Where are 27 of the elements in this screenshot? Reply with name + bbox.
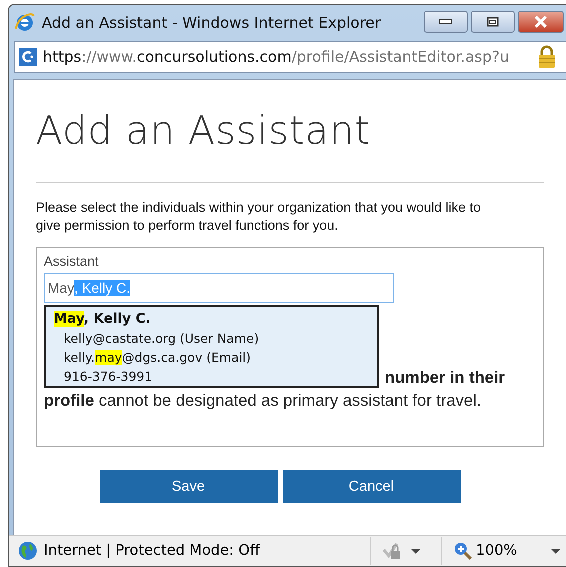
close-button[interactable]: [518, 11, 564, 33]
page-heading: Add an Assistant: [36, 108, 371, 156]
maximize-icon: [487, 17, 499, 27]
caret-icon[interactable]: [551, 548, 562, 554]
browser-logo-icon: [14, 12, 36, 34]
field-label: Assistant: [44, 254, 99, 269]
intro-text: Please select the individuals within your organization that you would like to give permission to perform travel functions for you.: [36, 199, 482, 235]
minimize-button[interactable]: [424, 11, 468, 33]
zoom-icon[interactable]: [454, 542, 472, 560]
window-title: Add an Assistant - Windows Internet Explorer: [42, 14, 382, 32]
url-text: https://www.concursolutions.com/profile/AssistantEditor.asp?u: [43, 48, 510, 66]
lock-icon: [538, 45, 556, 69]
security-zone-text: Internet | Protected Mode: Off: [44, 543, 260, 559]
note-text: profile cannot be designated as primary assistant for travel.: [44, 391, 482, 412]
address-bar[interactable]: https://www.concursolutions.com/profile/AssistantEditor.asp?u: [14, 41, 566, 73]
suggestion-item[interactable]: May, Kelly C. kelly@castate.org (User Name) kelly.may@dgs.ca.gov (Email) 916-376-3991: [44, 305, 379, 388]
input-field[interactable]: May, Kelly C.: [44, 273, 394, 303]
minimize-icon: [439, 19, 453, 25]
site-favicon-icon: [19, 48, 37, 66]
note-text: number in their: [385, 368, 506, 388]
cancel-button[interactable]: Cancel: [282, 470, 460, 503]
maximize-button[interactable]: [471, 11, 515, 33]
zoom-level[interactable]: 100%: [476, 543, 518, 559]
save-button[interactable]: Save: [100, 470, 278, 503]
close-icon: [534, 16, 548, 28]
globe-icon: [18, 541, 38, 561]
caret-icon[interactable]: [411, 548, 421, 554]
